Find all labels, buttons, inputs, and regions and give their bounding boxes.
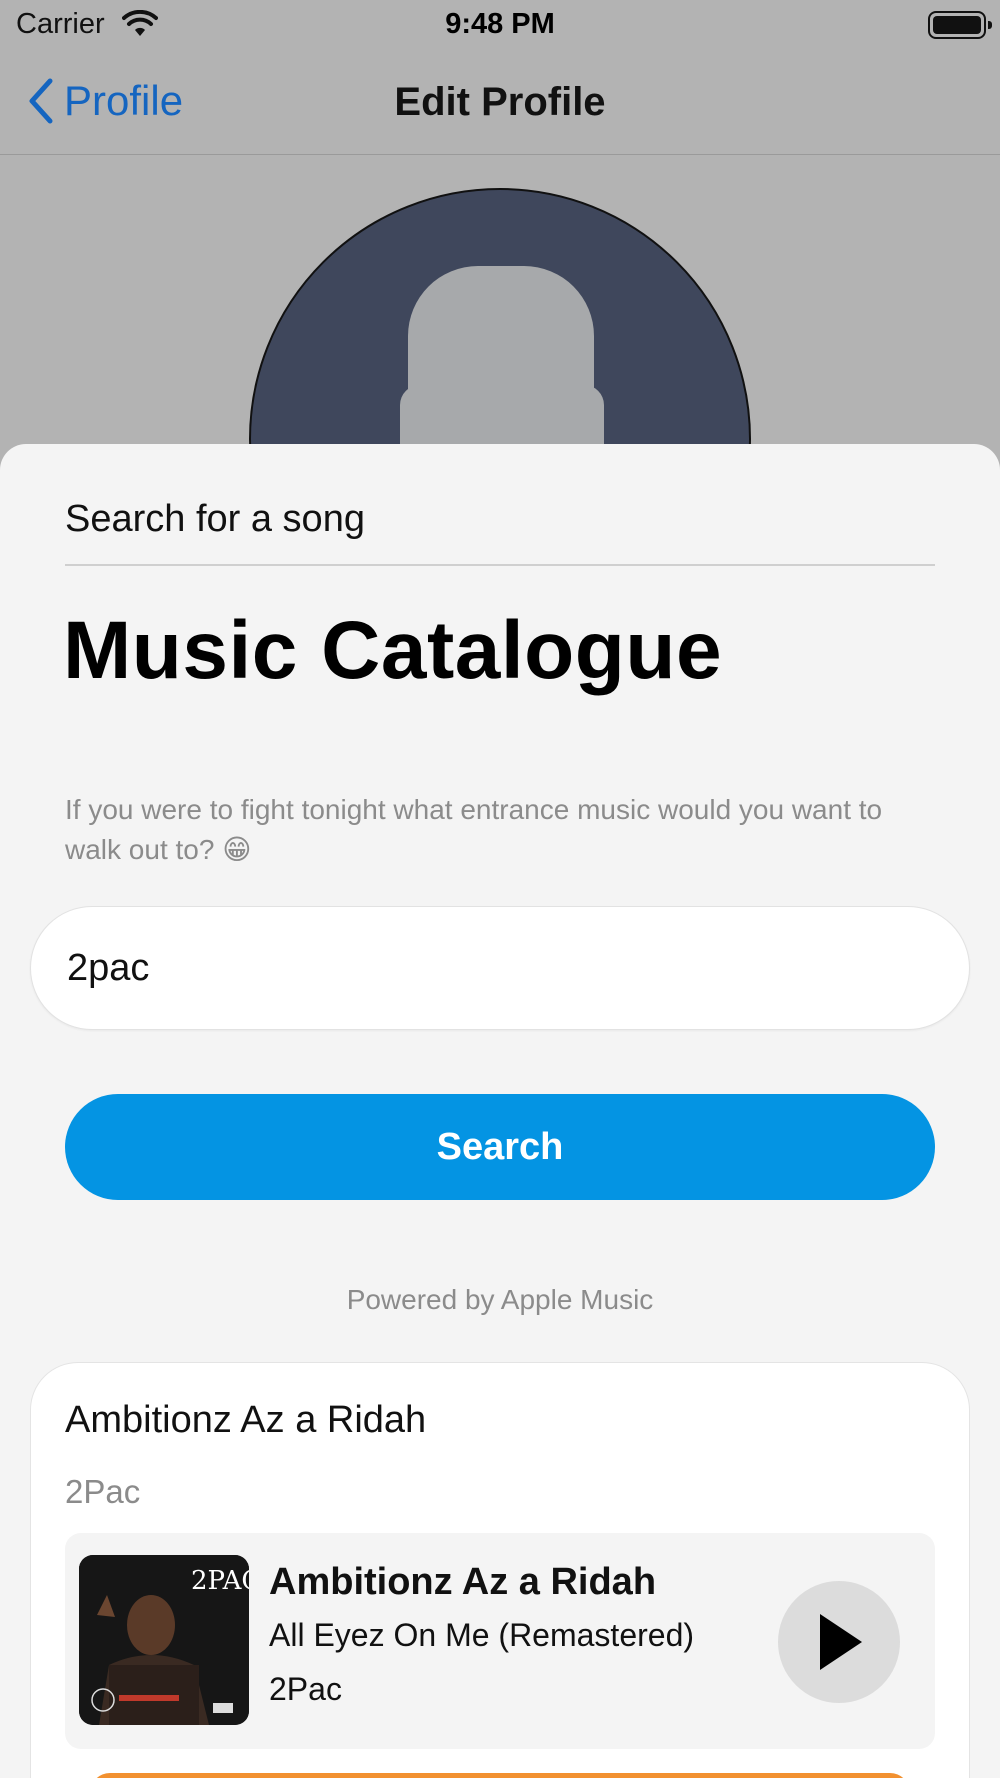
track-album: All Eyez On Me (Remastered) <box>269 1617 695 1653</box>
search-button[interactable]: Search <box>65 1094 935 1200</box>
track-row[interactable]: 2PAC Ambitionz Az a Ridah All Eyez On Me… <box>65 1533 935 1749</box>
status-time: 9:48 PM <box>445 8 555 40</box>
sheet-header: Search for a song <box>65 498 365 540</box>
next-result-edge <box>90 1773 910 1778</box>
result-title: Ambitionz Az a Ridah <box>65 1399 427 1441</box>
powered-by-label: Powered by Apple Music <box>346 1284 654 1315</box>
track-title: Ambitionz Az a Ridah <box>269 1561 657 1603</box>
prompt-text: If you were to fight tonight what entran… <box>65 794 883 865</box>
artwork-text: 2PAC <box>191 1566 249 1596</box>
battery-icon <box>928 11 992 39</box>
catalogue-title: Music Catalogue <box>63 605 723 696</box>
result-card[interactable]: Ambitionz Az a Ridah 2Pac 2PAC Ambitionz… <box>30 1362 970 1778</box>
avatar-head-shape <box>408 266 594 466</box>
result-artist: 2Pac <box>65 1473 141 1510</box>
page-title: Edit Profile <box>394 80 606 124</box>
track-artist: 2Pac <box>269 1671 342 1707</box>
album-artwork: 2PAC <box>79 1555 249 1725</box>
search-input[interactable] <box>30 906 970 1030</box>
play-button[interactable] <box>778 1581 900 1703</box>
song-search-sheet: Search for a song Music Catalogue If you… <box>0 444 1000 1778</box>
divider <box>65 564 935 566</box>
navigation-bar: Profile Edit Profile <box>0 50 1000 155</box>
play-icon <box>820 1614 862 1670</box>
status-bar: Carrier 9:48 PM <box>0 0 1000 50</box>
